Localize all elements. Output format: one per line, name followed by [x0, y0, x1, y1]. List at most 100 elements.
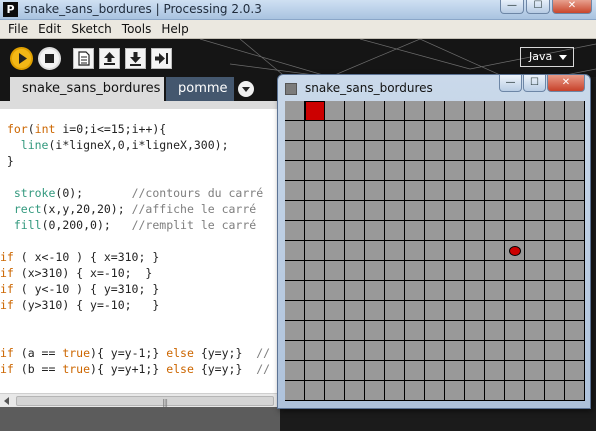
code-line: fill(0,200,0); //remplit le carré: [13, 218, 257, 232]
grid-cell: [325, 101, 345, 121]
grid-cell: [505, 341, 525, 361]
scroll-left-arrow-icon[interactable]: [0, 394, 14, 407]
grid-cell: [405, 201, 425, 221]
run-button[interactable]: [10, 47, 33, 70]
sketch-window-title: snake_sans_bordures: [305, 81, 433, 95]
grid-cell: [365, 361, 385, 381]
grid-cell: [285, 241, 305, 261]
grid-cell: [365, 101, 385, 121]
sketch-window-icon: [285, 83, 297, 95]
tabs-menu-button[interactable]: [238, 81, 254, 97]
grid-cell: [385, 321, 405, 341]
grid-cell: [425, 221, 445, 241]
grid-cell: [525, 341, 545, 361]
grid-cell: [565, 101, 585, 121]
grid-cell: [365, 321, 385, 341]
grid-cell: [525, 221, 545, 241]
grid-cell: [425, 301, 445, 321]
menu-file[interactable]: File: [4, 22, 34, 36]
grid-cell: [425, 121, 445, 141]
grid-cell: [565, 221, 585, 241]
window-controls: — ☐ ✕: [500, 0, 592, 14]
sketch-close-button[interactable]: ✕: [547, 75, 585, 92]
save-button[interactable]: [125, 48, 146, 69]
code-editor[interactable]: for(int i=0;i<=15;i++){ line(i*ligneX,0,…: [0, 109, 280, 393]
grid-cell: [325, 321, 345, 341]
grid-cell: [505, 321, 525, 341]
grid-cell: [545, 321, 565, 341]
grid-cell: [565, 121, 585, 141]
minimize-button[interactable]: —: [500, 0, 524, 14]
grid-cell: [385, 361, 405, 381]
tab-pomme[interactable]: pomme: [166, 77, 234, 101]
grid-cell: [425, 101, 445, 121]
grid-cell: [405, 381, 425, 401]
grid-cell: [305, 361, 325, 381]
maximize-button[interactable]: ☐: [526, 0, 550, 14]
grid-cell: [545, 121, 565, 141]
menu-edit[interactable]: Edit: [34, 22, 67, 36]
grid-cell: [305, 281, 325, 301]
grid-cell: [465, 221, 485, 241]
grid-cell: [305, 141, 325, 161]
grid-cell: [425, 261, 445, 281]
grid-cell: [465, 321, 485, 341]
code-line: line(i*ligneX,0,i*ligneX,300);: [20, 138, 229, 152]
new-button[interactable]: [73, 48, 94, 69]
grid-cell: [425, 141, 445, 161]
grid-cell: [485, 121, 505, 141]
grid-cell: [405, 301, 425, 321]
sketch-minimize-button[interactable]: —: [499, 75, 522, 92]
grid-cell: [465, 181, 485, 201]
grid-cell: [465, 241, 485, 261]
sketch-title-bar: snake_sans_bordures — ☐ ✕: [278, 75, 590, 101]
close-button[interactable]: ✕: [552, 0, 592, 14]
grid-cell: [285, 381, 305, 401]
sketch-maximize-button[interactable]: ☐: [523, 75, 546, 92]
grid-cell: [285, 161, 305, 181]
export-arrow-right-icon: [155, 53, 168, 64]
sketch-canvas[interactable]: [285, 101, 585, 401]
grid-cell: [285, 181, 305, 201]
grid-cell: [505, 281, 525, 301]
grid-cell: [325, 261, 345, 281]
grid-cell: [445, 381, 465, 401]
grid-cell: [365, 141, 385, 161]
grid-cell: [425, 241, 445, 261]
grid-cell: [385, 161, 405, 181]
stop-button[interactable]: [38, 47, 61, 70]
grid-cell: [445, 141, 465, 161]
grid-cell: [385, 281, 405, 301]
grid-cell: [345, 341, 365, 361]
grid-cell: [345, 161, 365, 181]
menu-tools[interactable]: Tools: [118, 22, 158, 36]
grid-cell: [545, 381, 565, 401]
horizontal-scrollbar[interactable]: |||: [0, 393, 280, 407]
grid-cell: [405, 361, 425, 381]
grid-cell: [325, 141, 345, 161]
menu-bar: File Edit Sketch Tools Help: [0, 20, 596, 39]
grid-cell: [465, 281, 485, 301]
grid-cell: [505, 261, 525, 281]
grid-cell: [565, 341, 585, 361]
grid-cell: [285, 201, 305, 221]
grid-cell: [385, 241, 405, 261]
mode-selector[interactable]: Java: [520, 47, 574, 67]
grid-cell: [285, 221, 305, 241]
open-button[interactable]: [99, 48, 120, 69]
tab-snake-sans-bordures[interactable]: snake_sans_bordures: [10, 77, 164, 101]
grid-cell: [465, 301, 485, 321]
grid-cell: [545, 261, 565, 281]
grid-cell: [565, 281, 585, 301]
grid-cell: [305, 301, 325, 321]
grid-cell: [405, 241, 425, 261]
grid-cell: [345, 101, 365, 121]
menu-sketch[interactable]: Sketch: [67, 22, 117, 36]
grid-cell: [565, 181, 585, 201]
scrollbar-thumb[interactable]: |||: [16, 396, 274, 407]
export-button[interactable]: [151, 48, 172, 69]
grid-cell: [505, 361, 525, 381]
menu-help[interactable]: Help: [157, 22, 194, 36]
grid-cell: [365, 241, 385, 261]
grid-cell: [385, 221, 405, 241]
